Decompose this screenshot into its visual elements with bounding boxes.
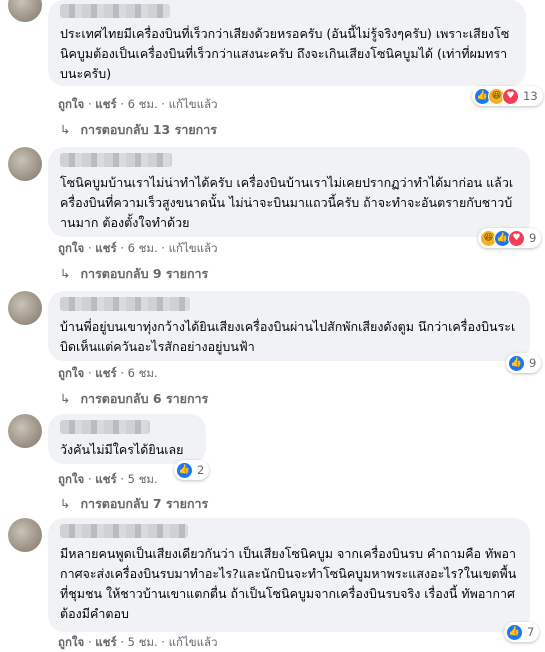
like-icon: 👍 bbox=[508, 354, 525, 372]
love-icon: ♥ bbox=[508, 229, 525, 247]
comment-actions: ถูกใจ · แชร์ · 5 ชม. · แก้ไขแล้ว bbox=[58, 635, 218, 649]
reply-arrow-icon: ↳ bbox=[60, 266, 71, 281]
commenter-name[interactable] bbox=[60, 524, 188, 538]
commenter-name[interactable] bbox=[60, 4, 170, 18]
reaction-summary[interactable]: 👍 7 bbox=[504, 622, 540, 642]
avatar[interactable] bbox=[8, 147, 42, 181]
comment-bubble: มีหลายคนพูดเป็นเสียงเดียวกันว่า เป็นเสีย… bbox=[48, 518, 530, 632]
comment-time[interactable]: 5 ชม. bbox=[128, 635, 158, 649]
comment-text: บ้านพี่อยู่บนเขาทุ่งกว้างได้ยินเสียงเครื… bbox=[60, 319, 516, 354]
commenter-name[interactable] bbox=[60, 153, 172, 167]
view-replies-link[interactable]: ↳ การตอบกลับ 6 รายการ bbox=[60, 389, 208, 409]
share-button[interactable]: แชร์ bbox=[95, 97, 116, 111]
comment-time[interactable]: 6 ชม. bbox=[128, 241, 158, 255]
reaction-count: 7 bbox=[527, 625, 535, 639]
share-button[interactable]: แชร์ bbox=[95, 472, 116, 486]
share-button[interactable]: แชร์ bbox=[95, 366, 116, 380]
edited-label: แก้ไขแล้ว bbox=[168, 635, 218, 649]
comment-bubble: ประเทศไทยมีเครื่องบินที่เร็วกว่าเสียงด้ว… bbox=[48, 0, 526, 86]
replies-label: การตอบกลับ 13 รายการ bbox=[80, 122, 217, 137]
share-button[interactable]: แชร์ bbox=[95, 635, 116, 649]
reaction-count: 2 bbox=[197, 463, 205, 477]
comment-time[interactable]: 5 ชม. bbox=[128, 472, 158, 486]
replies-label: การตอบกลับ 7 รายการ bbox=[80, 496, 209, 511]
love-icon: ♥ bbox=[502, 87, 519, 105]
reaction-count: 13 bbox=[523, 89, 538, 103]
like-button[interactable]: ถูกใจ bbox=[58, 97, 84, 111]
like-button[interactable]: ถูกใจ bbox=[58, 472, 84, 486]
edited-label: แก้ไขแล้ว bbox=[168, 241, 218, 255]
reaction-summary[interactable]: 👍 9 bbox=[506, 353, 542, 373]
like-icon: 👍 bbox=[506, 623, 523, 641]
view-replies-link[interactable]: ↳ การตอบกลับ 9 รายการ bbox=[60, 264, 208, 284]
reply-arrow-icon: ↳ bbox=[60, 391, 71, 406]
comment-text: ประเทศไทยมีเครื่องบินที่เร็วกว่าเสียงด้ว… bbox=[60, 26, 510, 81]
reaction-count: 9 bbox=[529, 356, 537, 370]
commenter-name[interactable] bbox=[60, 420, 150, 434]
avatar[interactable] bbox=[8, 414, 42, 448]
replies-label: การตอบกลับ 6 รายการ bbox=[80, 391, 209, 406]
comment-bubble: บ้านพี่อยู่บนเขาทุ่งกว้างได้ยินเสียงเครื… bbox=[48, 291, 530, 361]
like-button[interactable]: ถูกใจ bbox=[58, 241, 84, 255]
comment-text: วังคันไม่มีใครได้ยินเลย bbox=[60, 442, 184, 457]
view-replies-link[interactable]: ↳ การตอบกลับ 7 รายการ bbox=[60, 494, 208, 514]
comment-actions: ถูกใจ · แชร์ · 6 ชม. · แก้ไขแล้ว bbox=[58, 97, 218, 111]
reply-arrow-icon: ↳ bbox=[60, 122, 71, 137]
comment-time[interactable]: 6 ชม. bbox=[128, 366, 158, 380]
like-button[interactable]: ถูกใจ bbox=[58, 366, 84, 380]
avatar[interactable] bbox=[8, 518, 42, 552]
reaction-count: 9 bbox=[529, 231, 537, 245]
reaction-summary[interactable]: 😆 👍 ♥ 9 bbox=[478, 228, 542, 248]
like-button[interactable]: ถูกใจ bbox=[58, 635, 84, 649]
comment-actions: ถูกใจ · แชร์ · 5 ชม. bbox=[58, 472, 158, 486]
comment-time[interactable]: 6 ชม. bbox=[128, 97, 158, 111]
share-button[interactable]: แชร์ bbox=[95, 241, 116, 255]
edited-label: แก้ไขแล้ว bbox=[168, 97, 218, 111]
comment-actions: ถูกใจ · แชร์ · 6 ชม. · แก้ไขแล้ว bbox=[58, 241, 218, 255]
avatar[interactable] bbox=[8, 291, 42, 325]
comment-text: โซนิคบูมบ้านเราไม่น่าทำได้ครับ เครื่องบิ… bbox=[60, 175, 514, 230]
like-icon: 👍 bbox=[176, 461, 193, 479]
avatar[interactable] bbox=[8, 0, 42, 22]
comment-bubble: โซนิคบูมบ้านเราไม่น่าทำได้ครับ เครื่องบิ… bbox=[48, 147, 530, 237]
reaction-summary[interactable]: 👍 😆 ♥ 13 bbox=[472, 86, 543, 106]
commenter-name[interactable] bbox=[60, 297, 190, 311]
replies-label: การตอบกลับ 9 รายการ bbox=[80, 266, 209, 281]
comment-text: มีหลายคนพูดเป็นเสียงเดียวกันว่า เป็นเสีย… bbox=[60, 546, 517, 621]
reaction-summary[interactable]: 👍 2 bbox=[174, 460, 210, 480]
comment-bubble: วังคันไม่มีใครได้ยินเลย bbox=[48, 414, 206, 464]
view-replies-link[interactable]: ↳ การตอบกลับ 13 รายการ bbox=[60, 120, 217, 140]
reply-arrow-icon: ↳ bbox=[60, 496, 71, 511]
comment-actions: ถูกใจ · แชร์ · 6 ชม. bbox=[58, 366, 158, 380]
